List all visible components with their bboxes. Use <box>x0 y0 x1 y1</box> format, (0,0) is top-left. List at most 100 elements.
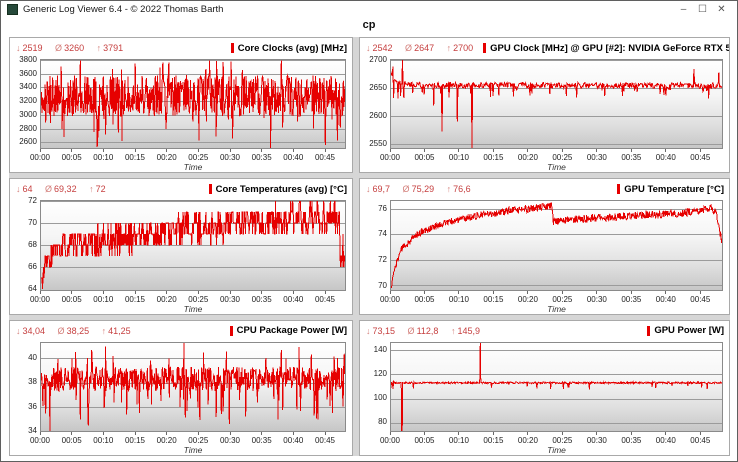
panel-core-clocks: ↓2519 Ø3260 ↑3791 Core Clocks (avg) [MHz… <box>9 37 353 173</box>
y-axis-tick-label: 70 <box>361 281 387 290</box>
y-axis-tick-label: 3600 <box>11 69 37 78</box>
y-axis-tick-label: 66 <box>11 262 37 271</box>
maximize-button[interactable]: ☐ <box>693 2 712 18</box>
y-axis-tick-label: 2650 <box>361 83 387 92</box>
x-axis-tick-label: 00:05 <box>414 432 434 445</box>
x-axis-tick-label: 00:20 <box>518 291 538 304</box>
y-axis-tick-label: 74 <box>361 229 387 238</box>
x-axis-tick-label: 00:00 <box>380 432 400 445</box>
x-axis-tick-label: 00:15 <box>125 432 145 445</box>
panel-header: ↓73,15 Ø112,8 ↑145,9 GPU Power [W] <box>360 321 729 338</box>
app-window: Generic Log Viewer 6.4 - © 2022 Thomas B… <box>0 0 738 462</box>
x-axis-tick-label: 00:30 <box>220 432 240 445</box>
chart-plot-area[interactable]: 260028003000320034003600380000:0000:0500… <box>40 59 346 149</box>
x-axis-tick-label: 00:40 <box>283 432 303 445</box>
y-axis-tick-label: 3000 <box>11 110 37 119</box>
chart-plot-area[interactable]: 3436384000:0000:0500:1000:1500:2000:2500… <box>40 342 346 432</box>
legend-bar-icon <box>230 326 233 336</box>
min-arrow-icon: ↓ <box>16 43 21 53</box>
tab-cp[interactable]: cp <box>1 18 737 36</box>
x-axis-tick-label: 00:05 <box>414 291 434 304</box>
window-title: Generic Log Viewer 6.4 - © 2022 Thomas B… <box>23 4 223 15</box>
avg-icon: Ø <box>403 184 410 194</box>
x-axis-tick-label: 00:10 <box>449 149 469 162</box>
chart-title: Core Temperatures (avg) [°C] <box>209 184 347 195</box>
panel-gpu-clock: ↓2542 Ø2647 ↑2700 GPU Clock [MHz] @ GPU … <box>359 37 730 173</box>
avg-icon: Ø <box>45 184 52 194</box>
x-axis-tick-label: 00:40 <box>283 149 303 162</box>
x-axis-tick-label: 00:15 <box>125 149 145 162</box>
chart-stats: ↓34,04 Ø38,25 ↑41,25 <box>16 326 141 336</box>
x-axis-title: Time <box>40 162 346 172</box>
y-axis-tick-label: 3200 <box>11 96 37 105</box>
chart-plot-area[interactable]: 8010012014000:0000:0500:1000:1500:2000:2… <box>390 342 723 432</box>
max-arrow-icon: ↑ <box>89 184 94 194</box>
x-axis-tick-label: 00:45 <box>315 291 335 304</box>
x-axis-tick-label: 00:20 <box>518 432 538 445</box>
x-axis-tick-label: 00:40 <box>656 432 676 445</box>
legend-bar-icon <box>483 43 486 53</box>
x-axis-tick-label: 00:40 <box>656 291 676 304</box>
y-axis-tick-label: 2800 <box>11 124 37 133</box>
x-axis-tick-label: 00:10 <box>449 432 469 445</box>
window-controls: – ☐ ✕ <box>674 2 731 18</box>
panel-cpu-package-power: ↓34,04 Ø38,25 ↑41,25 CPU Package Power [… <box>9 320 353 456</box>
y-axis-tick-label: 2700 <box>361 55 387 64</box>
y-axis-tick-label: 2600 <box>11 137 37 146</box>
x-axis-title: Time <box>390 445 723 455</box>
x-axis-tick-label: 00:20 <box>518 149 538 162</box>
y-axis-tick-label: 76 <box>361 204 387 213</box>
x-axis-title: Time <box>40 445 346 455</box>
x-axis-tick-label: 00:45 <box>690 432 710 445</box>
y-axis-tick-label: 72 <box>11 196 37 205</box>
x-axis-tick-label: 00:25 <box>188 291 208 304</box>
x-axis-tick-label: 00:05 <box>62 432 82 445</box>
x-axis-tick-label: 00:15 <box>483 149 503 162</box>
chart-title: Core Clocks (avg) [MHz] <box>231 43 347 54</box>
legend-bar-icon <box>647 326 650 336</box>
chart-stats: ↓73,15 Ø112,8 ↑145,9 <box>366 326 490 336</box>
legend-bar-icon <box>209 184 212 194</box>
x-axis-tick-label: 00:30 <box>220 149 240 162</box>
min-arrow-icon: ↓ <box>366 326 371 336</box>
chart-plot-area[interactable]: 255026002650270000:0000:0500:1000:1500:2… <box>390 59 723 149</box>
y-axis-tick-label: 36 <box>11 402 37 411</box>
max-arrow-icon: ↑ <box>97 43 102 53</box>
x-axis-tick-label: 00:05 <box>62 291 82 304</box>
panel-gpu-temperature: ↓69,7 Ø75,29 ↑76,6 GPU Temperature [°C] … <box>359 178 730 314</box>
x-axis-tick-label: 00:45 <box>315 432 335 445</box>
x-axis-tick-label: 00:35 <box>252 291 272 304</box>
y-axis-tick-label: 40 <box>11 353 37 362</box>
y-axis-tick-label: 2550 <box>361 139 387 148</box>
chart-plot-area[interactable]: 7072747600:0000:0500:1000:1500:2000:2500… <box>390 200 723 290</box>
chart-stats: ↓64 Ø69,32 ↑72 <box>16 184 116 194</box>
close-button[interactable]: ✕ <box>712 2 731 18</box>
y-axis-tick-label: 100 <box>361 393 387 402</box>
panel-header: ↓2542 Ø2647 ↑2700 GPU Clock [MHz] @ GPU … <box>360 38 729 55</box>
x-axis-tick-label: 00:40 <box>656 149 676 162</box>
minimize-button[interactable]: – <box>674 2 693 18</box>
max-arrow-icon: ↑ <box>102 326 107 336</box>
x-axis-tick-label: 00:10 <box>93 149 113 162</box>
x-axis-tick-label: 00:45 <box>315 149 335 162</box>
x-axis-tick-label: 00:25 <box>188 149 208 162</box>
avg-icon: Ø <box>408 326 415 336</box>
min-arrow-icon: ↓ <box>366 184 371 194</box>
chart-stats: ↓2542 Ø2647 ↑2700 <box>366 43 483 53</box>
max-arrow-icon: ↑ <box>451 326 456 336</box>
x-axis-tick-label: 00:20 <box>157 291 177 304</box>
panel-header: ↓2519 Ø3260 ↑3791 Core Clocks (avg) [MHz… <box>10 38 352 55</box>
legend-bar-icon <box>231 43 234 53</box>
min-arrow-icon: ↓ <box>366 43 371 53</box>
y-axis-tick-label: 120 <box>361 369 387 378</box>
chart-plot-area[interactable]: 646668707200:0000:0500:1000:1500:2000:25… <box>40 200 346 290</box>
x-axis-tick-label: 00:00 <box>30 291 50 304</box>
x-axis-tick-label: 00:00 <box>30 149 50 162</box>
app-icon <box>7 4 18 15</box>
avg-icon: Ø <box>58 326 65 336</box>
x-axis-title: Time <box>40 304 346 314</box>
title-bar[interactable]: Generic Log Viewer 6.4 - © 2022 Thomas B… <box>1 1 737 18</box>
min-arrow-icon: ↓ <box>16 326 21 336</box>
y-axis-tick-label: 2600 <box>361 111 387 120</box>
x-axis-tick-label: 00:20 <box>157 149 177 162</box>
